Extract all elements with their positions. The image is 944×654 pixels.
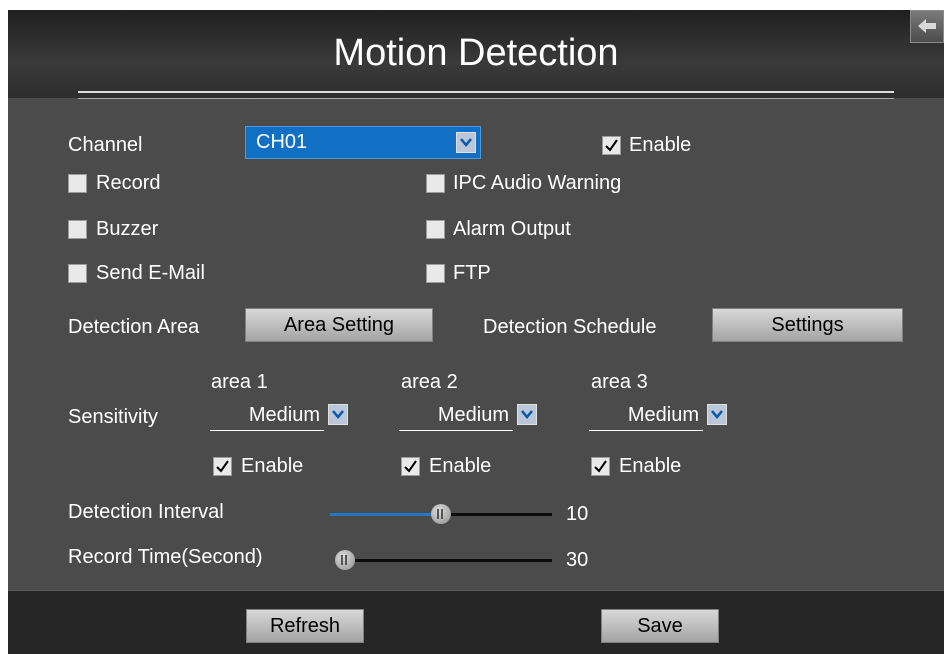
area-2-enable-checkbox[interactable] <box>401 457 420 476</box>
sensitivity-label: Sensitivity <box>68 406 159 428</box>
record-time-slider-handle[interactable] <box>335 550 355 570</box>
back-button[interactable] <box>910 10 944 43</box>
back-arrow-icon <box>918 19 936 33</box>
send-email-label: Send E-Mail <box>96 262 205 284</box>
header-bar: Motion Detection <box>8 10 944 98</box>
motion-detection-panel: Motion Detection Channel CH01 Enable Rec… <box>8 10 944 654</box>
record-time-value: 30 <box>566 549 589 571</box>
record-time-label: Record Time(Second) <box>68 546 263 568</box>
header-divider-thin <box>78 98 894 99</box>
chevron-down-icon[interactable] <box>707 404 727 425</box>
ipc-audio-warning-checkbox[interactable] <box>426 174 445 193</box>
schedule-settings-button[interactable]: Settings <box>712 308 903 342</box>
alarm-output-checkbox[interactable] <box>426 220 445 239</box>
check-icon <box>594 460 607 473</box>
area-2-label: area 2 <box>401 371 458 393</box>
channel-enable-checkbox[interactable] <box>602 136 621 155</box>
check-icon <box>216 460 229 473</box>
buzzer-checkbox[interactable] <box>68 220 87 239</box>
refresh-button[interactable]: Refresh <box>246 609 364 643</box>
ftp-label: FTP <box>453 262 491 284</box>
area-1-enable-checkbox[interactable] <box>213 457 232 476</box>
channel-label: Channel <box>68 134 143 156</box>
ftp-checkbox[interactable] <box>426 264 445 283</box>
detection-interval-value: 10 <box>566 503 589 525</box>
area-3-sensitivity-select[interactable]: Medium <box>589 400 734 433</box>
alarm-output-label: Alarm Output <box>453 218 571 240</box>
chevron-down-icon[interactable] <box>456 132 476 153</box>
detection-area-label: Detection Area <box>68 316 200 338</box>
record-checkbox[interactable] <box>68 174 87 193</box>
area-1-sensitivity-select[interactable]: Medium <box>210 400 355 433</box>
detection-interval-label: Detection Interval <box>68 501 224 523</box>
detection-interval-slider-fill <box>330 513 441 516</box>
area-2-sensitivity-select[interactable]: Medium <box>399 400 544 433</box>
area-2-enable-label: Enable <box>429 455 492 477</box>
chevron-down-icon[interactable] <box>517 404 537 425</box>
send-email-checkbox[interactable] <box>68 264 87 283</box>
save-button[interactable]: Save <box>601 609 719 643</box>
detection-interval-slider-handle[interactable] <box>431 504 451 524</box>
check-icon <box>404 460 417 473</box>
area-2-sensitivity-value: Medium <box>399 400 513 431</box>
area-1-sensitivity-value: Medium <box>210 400 324 431</box>
channel-select[interactable]: CH01 <box>245 126 481 159</box>
area-3-enable-checkbox[interactable] <box>591 457 610 476</box>
area-3-enable-label: Enable <box>619 455 682 477</box>
ipc-audio-warning-label: IPC Audio Warning <box>453 172 622 194</box>
channel-value: CH01 <box>256 131 308 153</box>
detection-schedule-label: Detection Schedule <box>483 316 657 338</box>
header-divider <box>78 91 894 93</box>
channel-enable-label: Enable <box>629 134 692 156</box>
area-1-label: area 1 <box>211 371 268 393</box>
area-3-label: area 3 <box>591 371 648 393</box>
check-icon <box>605 139 618 152</box>
area-setting-button[interactable]: Area Setting <box>245 308 433 342</box>
area-3-sensitivity-value: Medium <box>589 400 703 431</box>
buzzer-label: Buzzer <box>96 218 159 240</box>
chevron-down-icon[interactable] <box>328 404 348 425</box>
record-label: Record <box>96 172 161 194</box>
footer-bar: Refresh Save <box>8 590 944 654</box>
page-title: Motion Detection <box>333 32 619 74</box>
area-1-enable-label: Enable <box>241 455 304 477</box>
record-time-slider-track[interactable] <box>345 559 552 562</box>
